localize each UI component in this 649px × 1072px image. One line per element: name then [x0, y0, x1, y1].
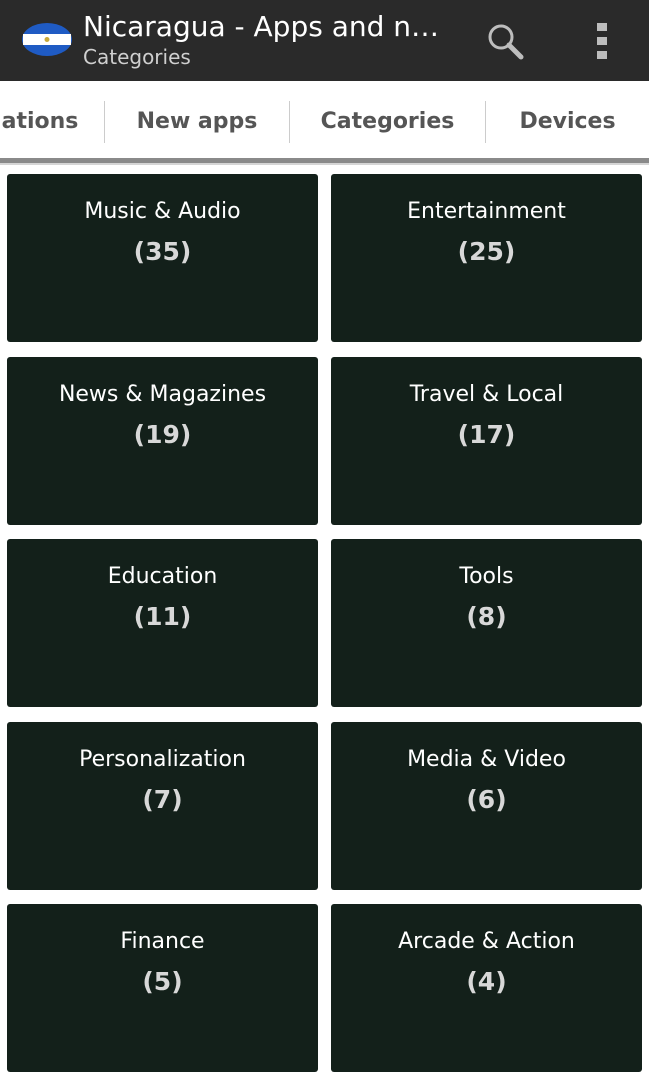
action-bar: Nicaragua - Apps and ne... Categories	[0, 0, 649, 81]
category-tile-entertainment[interactable]: Entertainment (25)	[331, 174, 642, 342]
category-tile-personalization[interactable]: Personalization (7)	[7, 722, 318, 890]
category-count: (6)	[466, 785, 507, 814]
category-count: (5)	[142, 967, 183, 996]
app-subtitle: Categories	[83, 45, 191, 69]
tab-categories[interactable]: Categories	[290, 81, 485, 161]
category-tile-finance[interactable]: Finance (5)	[7, 904, 318, 1072]
tab-devices[interactable]: Devices	[486, 81, 649, 161]
category-tile-media-video[interactable]: Media & Video (6)	[331, 722, 642, 890]
category-name: Media & Video	[407, 747, 566, 772]
category-count: (8)	[466, 602, 507, 631]
search-button[interactable]	[480, 16, 530, 66]
category-count: (4)	[466, 967, 507, 996]
category-tile-news-magazines[interactable]: News & Magazines (19)	[7, 357, 318, 525]
category-tile-tools[interactable]: Tools (8)	[331, 539, 642, 707]
title-block: Nicaragua - Apps and ne... Categories	[83, 10, 463, 70]
category-count: (35)	[133, 237, 192, 266]
category-tile-education[interactable]: Education (11)	[7, 539, 318, 707]
category-tile-arcade-action[interactable]: Arcade & Action (4)	[331, 904, 642, 1072]
category-count: (7)	[142, 785, 183, 814]
category-count: (25)	[457, 237, 516, 266]
app-title: Nicaragua - Apps and ne...	[83, 10, 443, 43]
category-name: News & Magazines	[58, 382, 267, 407]
more-vertical-icon	[597, 23, 607, 59]
category-count: (11)	[133, 602, 192, 631]
category-count: (19)	[133, 420, 192, 449]
category-name: Arcade & Action	[398, 929, 575, 954]
nicaragua-flag-icon[interactable]	[21, 22, 73, 57]
category-name: Tools	[459, 564, 514, 589]
tab-new-apps[interactable]: New apps	[105, 81, 289, 161]
tab-notifications[interactable]: ations	[0, 81, 100, 161]
category-name: Personalization	[79, 747, 246, 772]
category-count: (17)	[457, 420, 516, 449]
overflow-menu-button[interactable]	[580, 16, 624, 66]
category-grid: Music & Audio (35) Entertainment (25) Ne…	[0, 165, 649, 1072]
category-name: Education	[107, 564, 218, 589]
category-name: Entertainment	[407, 199, 566, 224]
category-tile-travel-local[interactable]: Travel & Local (17)	[331, 357, 642, 525]
tab-strip: ations New apps Categories Devices	[0, 81, 649, 161]
category-tile-music-audio[interactable]: Music & Audio (35)	[7, 174, 318, 342]
category-name: Travel & Local	[409, 382, 564, 407]
category-name: Finance	[120, 929, 205, 954]
category-name: Music & Audio	[84, 199, 241, 224]
search-icon	[488, 24, 524, 60]
